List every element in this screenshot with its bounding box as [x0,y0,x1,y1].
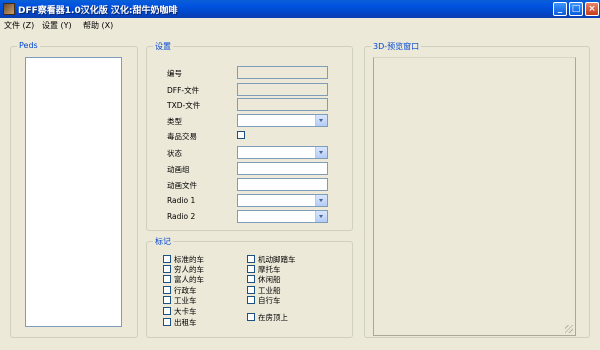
resize-grip[interactable] [565,325,573,333]
flag-checkbox[interactable] [247,275,255,283]
flag-checkbox[interactable] [247,286,255,294]
menu-bar: 文件 (Z) 设置 (Y) 帮助 (X) [0,18,600,32]
anim-group-label: 动画组 [167,165,190,174]
flag-checkbox[interactable] [247,296,255,304]
maximize-button[interactable]: □ [569,2,583,16]
flag-label: 大卡车 [174,307,197,316]
txd-file-label: TXD-文件 [167,101,201,110]
type-label: 类型 [167,117,182,126]
anim-file-field[interactable] [237,178,328,191]
flag-checkbox[interactable] [163,275,171,283]
state-dropdown[interactable] [237,146,328,159]
flag-label: 自行车 [258,296,281,305]
flag-checkbox[interactable] [247,265,255,273]
type-dropdown[interactable] [237,114,328,127]
chevron-down-icon[interactable] [315,115,327,126]
dff-file-label: DFF-文件 [167,86,200,95]
radio1-dropdown[interactable] [237,194,328,207]
flag-label: 富人的车 [174,275,204,284]
window-title: DFF察看器1.0汉化版 汉化:甜牛奶咖啡 [18,6,178,16]
drug-trade-checkbox[interactable] [237,131,245,139]
minimize-button[interactable]: _ [553,2,567,16]
close-button[interactable]: × [585,2,599,16]
menu-file[interactable]: 文件 (Z) [4,20,34,31]
peds-group-title: Peds [17,41,40,50]
title-bar: DFF察看器1.0汉化版 汉化:甜牛奶咖啡 _ □ × [0,0,600,18]
app-icon[interactable] [3,3,15,15]
menu-settings[interactable]: 设置 (Y) [42,20,72,31]
flag-label: 出租车 [174,318,197,327]
dff-file-field[interactable] [237,83,328,96]
flag-checkbox[interactable] [163,265,171,273]
flag-label: 工业车 [174,296,197,305]
flag-checkbox[interactable] [247,313,255,321]
chevron-down-icon[interactable] [315,211,327,222]
settings-group-title: 设置 [153,41,173,52]
flag-checkbox[interactable] [163,296,171,304]
id-field[interactable] [237,66,328,79]
radio2-dropdown[interactable] [237,210,328,223]
anim-file-label: 动画文件 [167,181,197,190]
peds-listbox[interactable] [25,57,122,327]
flag-checkbox[interactable] [163,286,171,294]
id-label: 编号 [167,69,182,78]
radio2-label: Radio 2 [167,212,196,221]
flag-checkbox[interactable] [247,255,255,263]
drug-trade-label: 毒品交易 [167,132,197,141]
preview-viewport[interactable] [373,57,576,336]
flag-label: 在房顶上 [258,313,288,322]
menu-help[interactable]: 帮助 (X) [83,20,113,31]
flags-group-title: 标记 [153,236,173,247]
flag-checkbox[interactable] [163,318,171,326]
preview-group-title: 3D-预览窗口 [371,41,422,52]
anim-group-field[interactable] [237,162,328,175]
state-label: 状态 [167,149,182,158]
flag-label: 休闲船 [258,275,281,284]
flag-checkbox[interactable] [163,255,171,263]
radio1-label: Radio 1 [167,196,196,205]
chevron-down-icon[interactable] [315,195,327,206]
flag-checkbox[interactable] [163,307,171,315]
txd-file-field[interactable] [237,98,328,111]
chevron-down-icon[interactable] [315,147,327,158]
